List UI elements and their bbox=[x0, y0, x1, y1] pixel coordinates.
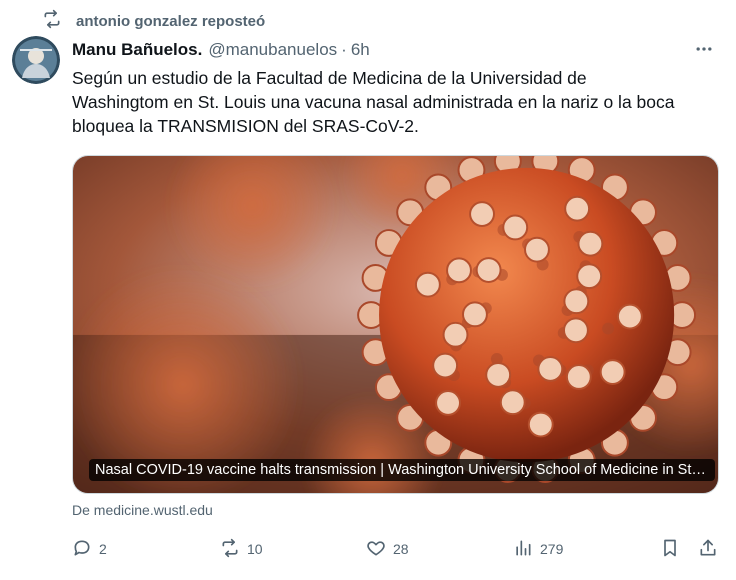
more-options-icon[interactable] bbox=[688, 34, 720, 64]
link-card[interactable]: Nasal COVID-19 vaccine halts transmissio… bbox=[72, 155, 719, 494]
virus-image bbox=[73, 156, 718, 493]
repost-label[interactable]: antonio gonzalez reposteó bbox=[76, 13, 265, 30]
repost-count: 10 bbox=[247, 541, 263, 557]
bookmark-button[interactable] bbox=[660, 534, 680, 564]
reply-icon bbox=[72, 538, 92, 561]
author-name[interactable]: Manu Bañuelos. bbox=[72, 40, 202, 60]
views-button[interactable]: 279 bbox=[513, 534, 563, 564]
tweet-text: Según un estudio de la Facultad de Medic… bbox=[72, 68, 675, 136]
card-source[interactable]: De medicine.wustl.edu bbox=[72, 502, 213, 518]
action-bar: 2 10 28 279 bbox=[72, 534, 722, 564]
avatar[interactable] bbox=[12, 36, 60, 84]
separator-dot: · bbox=[341, 40, 347, 59]
views-count: 279 bbox=[540, 541, 564, 557]
like-button[interactable]: 28 bbox=[366, 534, 409, 564]
share-icon bbox=[698, 538, 718, 561]
repost-button[interactable]: 10 bbox=[220, 534, 263, 564]
like-count: 28 bbox=[393, 541, 409, 557]
author-handle[interactable]: @manubanuelos bbox=[208, 40, 337, 60]
tweet-header: Manu Bañuelos. @manubanuelos · 6h bbox=[72, 38, 720, 62]
repost-action-icon bbox=[220, 538, 240, 561]
repost-icon bbox=[42, 9, 62, 34]
timestamp[interactable]: 6h bbox=[351, 40, 370, 60]
share-button[interactable] bbox=[698, 534, 718, 564]
heart-icon bbox=[366, 538, 386, 561]
repost-header: antonio gonzalez reposteó bbox=[42, 9, 265, 34]
card-title: Nasal COVID-19 vaccine halts transmissio… bbox=[89, 459, 715, 481]
reply-button[interactable]: 2 bbox=[72, 534, 107, 564]
reply-count: 2 bbox=[99, 541, 107, 557]
views-icon bbox=[513, 538, 533, 561]
bookmark-icon bbox=[660, 538, 680, 561]
